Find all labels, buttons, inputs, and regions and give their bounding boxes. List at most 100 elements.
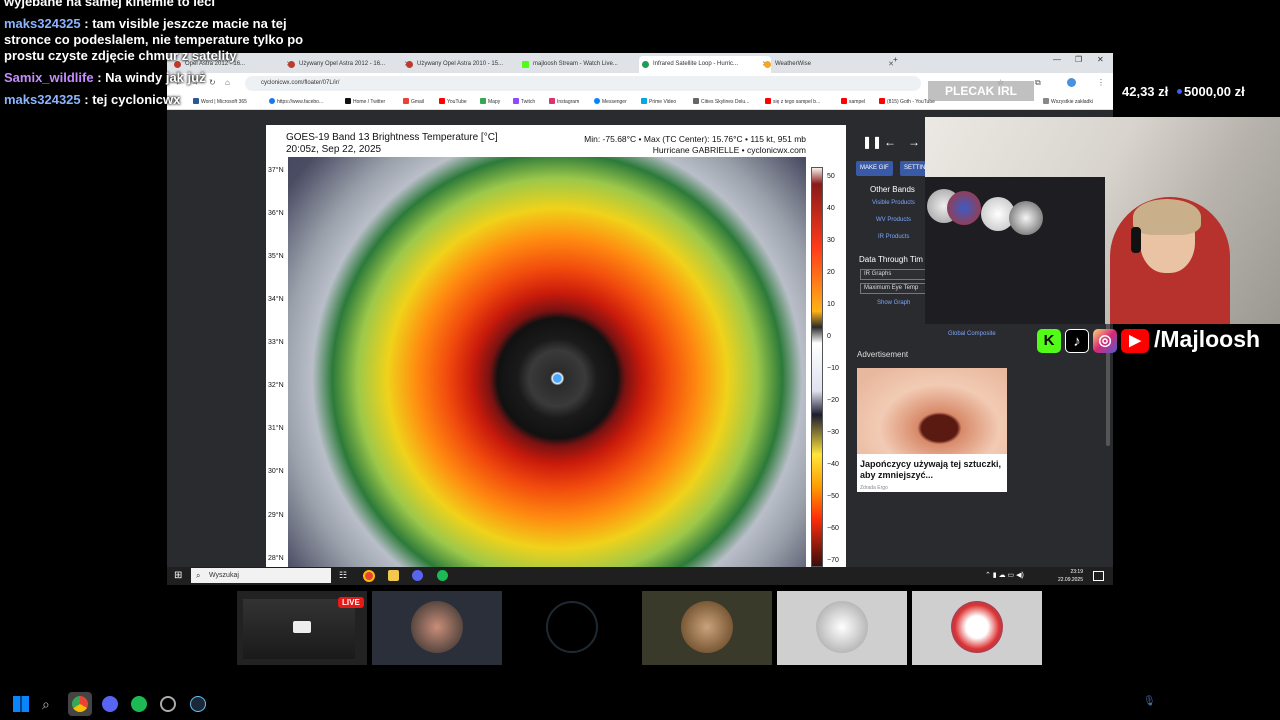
chat-message: maks324325 : tej cyclonicwx bbox=[4, 92, 181, 107]
bookmark-item[interactable]: Twitch bbox=[513, 98, 535, 105]
search-icon[interactable]: ⌕ bbox=[42, 696, 58, 712]
extensions-icon[interactable]: ⧉ bbox=[1035, 78, 1041, 88]
minimize-icon[interactable]: — bbox=[1053, 55, 1061, 64]
screen-share-icon bbox=[293, 621, 311, 633]
visible-products-link[interactable]: Visible Products bbox=[872, 200, 915, 206]
taskbar-search[interactable]: ⌕ Wyszukaj bbox=[191, 568, 331, 583]
colorbar bbox=[811, 167, 823, 567]
bookmark-item[interactable]: Home / Twitter bbox=[345, 98, 385, 105]
profile-avatar[interactable] bbox=[1067, 78, 1076, 87]
microphone-icon[interactable]: 🎙 bbox=[1143, 696, 1156, 707]
close-window-icon[interactable]: ✕ bbox=[1097, 55, 1104, 64]
instagram-icon bbox=[549, 98, 555, 104]
bookmark-item[interactable]: (815) Goth - YouTube bbox=[879, 98, 935, 105]
spotify-icon[interactable] bbox=[437, 570, 448, 581]
pause-icon[interactable]: ❚❚ bbox=[862, 135, 882, 149]
ad-source: Zdrada Ergo bbox=[860, 485, 888, 491]
max-eye-temp-select[interactable]: Maximum Eye Temp bbox=[860, 283, 931, 294]
live-badge: LIVE bbox=[338, 597, 364, 608]
ir-products-link[interactable]: IR Products bbox=[878, 234, 909, 240]
all-bookmarks[interactable]: Wszystkie zakładki bbox=[1043, 98, 1093, 105]
lat-label: 37°N bbox=[268, 167, 284, 174]
browser-tab[interactable]: WeatherWise ✕ bbox=[761, 56, 897, 73]
spotify-icon[interactable] bbox=[131, 696, 147, 712]
bookmark-item[interactable]: Mapy bbox=[480, 98, 500, 105]
bookmark-item[interactable]: YouTube bbox=[439, 98, 467, 105]
participant-tile[interactable] bbox=[912, 591, 1042, 665]
browser-tab[interactable]: majloosh Stream - Watch Live...✕ bbox=[519, 56, 649, 73]
avatar bbox=[816, 601, 868, 653]
make-gif-button[interactable]: MAKE GIF bbox=[856, 161, 893, 176]
show-graph-link[interactable]: Show Graph bbox=[877, 300, 910, 306]
lat-label: 28°N bbox=[268, 555, 284, 562]
obs-icon[interactable] bbox=[160, 696, 176, 712]
separator-dot-icon bbox=[1177, 89, 1182, 94]
youtube-icon bbox=[879, 98, 885, 104]
maps-icon bbox=[480, 98, 486, 104]
youtube-icon bbox=[765, 98, 771, 104]
tab-favicon-icon bbox=[764, 61, 771, 68]
maximize-icon[interactable]: ❐ bbox=[1075, 55, 1082, 64]
participant-tile[interactable] bbox=[372, 591, 502, 665]
wv-products-link[interactable]: WV Products bbox=[876, 217, 911, 223]
lat-label: 31°N bbox=[268, 425, 284, 432]
chrome-icon bbox=[72, 696, 88, 712]
tab-favicon-icon bbox=[642, 61, 649, 68]
inner-clock: 23:19 22.09.2025 bbox=[1057, 569, 1083, 583]
browser-tab-active[interactable]: Infrared Satellite Loop - Hurric...✕ bbox=[639, 56, 771, 73]
windows-start-icon[interactable]: ⊞ bbox=[174, 570, 182, 581]
participant-tile[interactable] bbox=[507, 591, 637, 665]
bookmark-item[interactable]: Cities Skylines Delu... bbox=[693, 98, 749, 105]
file-explorer-icon[interactable] bbox=[388, 570, 399, 581]
lat-label: 35°N bbox=[268, 253, 284, 260]
participant-tile[interactable] bbox=[777, 591, 907, 665]
youtube-icon: ▶ bbox=[1121, 329, 1149, 353]
url-field[interactable]: cyclonicwx.com/floater/07L/ir/ bbox=[245, 76, 921, 91]
step-forward-icon[interactable]: → bbox=[908, 135, 920, 149]
global-composite-link[interactable]: Global Composite bbox=[948, 331, 996, 337]
bookmark-item[interactable]: się z tego sampel b... bbox=[765, 98, 820, 105]
steam-icon[interactable] bbox=[190, 696, 206, 712]
discord-icon[interactable] bbox=[102, 696, 118, 712]
browser-tab[interactable]: Używany Opel Astra 2010 - 15...✕ bbox=[403, 56, 531, 73]
chrome-icon[interactable] bbox=[363, 570, 375, 582]
colorbar-tick: 10 bbox=[827, 301, 835, 308]
colorbar-tick: 50 bbox=[827, 173, 835, 180]
other-bands-heading: Other Bands bbox=[870, 185, 915, 194]
bookmark-item[interactable]: sampel bbox=[841, 98, 865, 105]
discord-icon[interactable] bbox=[412, 570, 423, 581]
inner-taskbar: ⊞ ⌕ Wyszukaj ☷ ⌃ ▮ ☁ ▭ ◀) 23:19 22.09.2025 bbox=[167, 567, 1113, 585]
ad-image bbox=[857, 368, 1007, 454]
chat-username: maks324325 bbox=[4, 16, 81, 31]
task-view-icon[interactable]: ☷ bbox=[339, 570, 347, 581]
tray-icons[interactable]: ⌃ ▮ ☁ ▭ ◀) bbox=[985, 571, 1024, 579]
step-back-icon[interactable]: ← bbox=[884, 135, 896, 149]
lat-label: 29°N bbox=[268, 512, 284, 519]
bookmark-item[interactable]: Instagram bbox=[549, 98, 579, 105]
windows-start-icon[interactable] bbox=[13, 696, 29, 712]
advertisement[interactable]: Japończycy używają tej sztuczki, aby zmn… bbox=[857, 368, 1007, 492]
colorbar-tick: 0 bbox=[827, 333, 831, 340]
new-tab-button[interactable]: + bbox=[893, 55, 898, 64]
menu-icon[interactable]: ⋮ bbox=[1097, 78, 1105, 87]
streamer-hair bbox=[1133, 199, 1201, 235]
lat-label: 34°N bbox=[268, 296, 284, 303]
participant-tile[interactable] bbox=[642, 591, 772, 665]
chat-overlay: wyjebane na samej kinemie to leci maks32… bbox=[4, 0, 304, 114]
satellite-title: GOES-19 Band 13 Brightness Temperature [… bbox=[286, 132, 498, 155]
advertisement-label: Advertisement bbox=[857, 350, 909, 359]
chrome-taskbar-button[interactable] bbox=[68, 692, 92, 716]
donation-amount: 42,33 zł bbox=[1122, 84, 1169, 99]
satellite-image: GOES-19 Band 13 Brightness Temperature [… bbox=[266, 125, 846, 567]
bookmark-item[interactable]: Messenger bbox=[594, 98, 627, 105]
bookmark-item[interactable]: Gmail bbox=[403, 98, 424, 105]
search-icon: ⌕ bbox=[196, 571, 201, 580]
participant-tile[interactable]: LIVE bbox=[237, 591, 367, 665]
browser-tab[interactable]: Używany Opel Astra 2012 - 16...✕ bbox=[285, 56, 413, 73]
ir-graphs-select[interactable]: IR Graphs bbox=[860, 269, 931, 280]
avatar bbox=[411, 601, 463, 653]
bookmark-item[interactable]: Prime Video bbox=[641, 98, 676, 105]
x-icon bbox=[345, 98, 351, 104]
notification-icon[interactable] bbox=[1093, 571, 1104, 581]
twitch-icon bbox=[513, 98, 519, 104]
